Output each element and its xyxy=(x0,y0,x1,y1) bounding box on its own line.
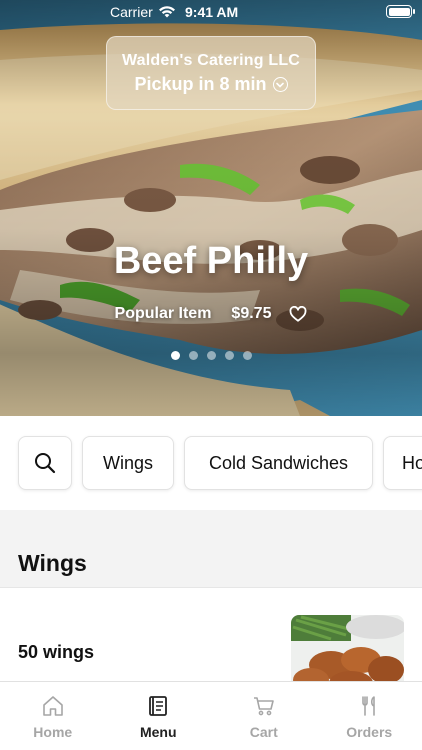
menu-section-header: Wings xyxy=(0,510,422,587)
heart-icon[interactable] xyxy=(289,306,307,322)
chevron-down-circle-icon xyxy=(272,77,288,92)
carousel-dot[interactable] xyxy=(224,351,234,360)
battery-icon xyxy=(386,5,415,18)
fork-knife-icon xyxy=(362,696,376,716)
tab-menu[interactable]: Menu xyxy=(106,682,212,750)
category-chip-partial[interactable]: Ho xyxy=(383,436,422,490)
search-button[interactable] xyxy=(18,436,72,490)
store-name: Walden's Catering LLC xyxy=(121,52,301,69)
category-chip-cold-sandwiches[interactable]: Cold Sandwiches xyxy=(184,436,373,490)
menu-book-icon xyxy=(149,696,168,716)
cart-icon xyxy=(253,697,274,716)
category-bar[interactable]: Wings Cold Sandwiches Ho xyxy=(0,416,422,510)
featured-item-meta: Popular Item $9.75 xyxy=(0,305,422,323)
tab-cart-label: Cart xyxy=(249,724,278,740)
tab-orders[interactable]: Orders xyxy=(317,682,422,750)
section-title: Wings xyxy=(18,550,87,576)
tab-home[interactable]: Home xyxy=(0,682,106,750)
wifi-icon xyxy=(158,5,176,21)
pickup-time: Pickup in 8 min xyxy=(107,74,315,95)
carousel-dot[interactable] xyxy=(242,351,252,360)
carousel-dot[interactable] xyxy=(170,351,180,360)
pickup-label: Pickup in 8 min xyxy=(134,74,267,94)
clock: 9:41 AM xyxy=(185,4,239,20)
menu-item-thumbnail xyxy=(291,615,404,687)
status-bar: Carrier 9:41 AM xyxy=(0,0,422,26)
search-icon xyxy=(35,453,56,474)
carousel-dot[interactable] xyxy=(188,351,198,360)
popular-badge: Popular Item xyxy=(114,305,212,322)
home-icon xyxy=(42,696,63,716)
carousel-indicator[interactable] xyxy=(0,351,422,360)
tab-menu-label: Menu xyxy=(139,724,177,740)
category-chip-wings[interactable]: Wings xyxy=(82,436,174,490)
featured-item-price: $9.75 xyxy=(231,305,272,322)
menu-item-card[interactable]: 50 wings xyxy=(0,587,422,687)
store-pickup-selector[interactable]: Walden's Catering LLC Pickup in 8 min xyxy=(106,36,316,110)
bottom-tab-bar[interactable]: Home Menu Cart Orders xyxy=(0,681,422,750)
featured-item-title: Beef Philly xyxy=(113,240,309,282)
menu-item-name: 50 wings xyxy=(18,642,95,662)
hero-banner[interactable]: Carrier 9:41 AM Walden's Catering LLC Pi… xyxy=(0,0,422,416)
carrier-label: Carrier xyxy=(110,4,153,20)
carousel-dot[interactable] xyxy=(206,351,216,360)
tab-cart[interactable]: Cart xyxy=(211,682,317,750)
tab-home-label: Home xyxy=(33,724,73,740)
tab-orders-label: Orders xyxy=(346,724,393,740)
